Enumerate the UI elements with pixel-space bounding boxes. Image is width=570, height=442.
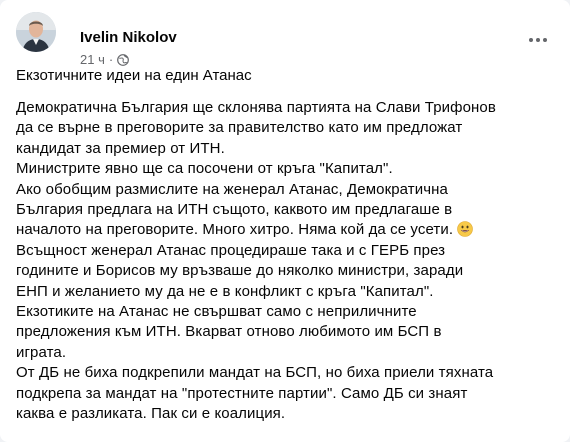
post-line: Всъщност женерал Атанас процедираше така… bbox=[16, 241, 446, 259]
post-header: Ivelin Nikolov 21 ч · bbox=[16, 12, 554, 67]
more-options-icon[interactable] bbox=[520, 22, 556, 58]
post-line: началото на преговорите. Много хитро. Ня… bbox=[16, 221, 454, 239]
post-line: Министрите явно ще са посочени от кръга … bbox=[16, 160, 393, 178]
post-title: Екзотичните идеи на един Атанас bbox=[16, 67, 252, 84]
post-line: ЕНП и желанието му да не е в конфликт с … bbox=[16, 282, 434, 300]
post-line-with-emoji: началото на преговорите. Много хитро. Ня… bbox=[16, 220, 558, 240]
post-line: да се върне в преговорите за правителств… bbox=[16, 119, 463, 137]
post-card: Ivelin Nikolov 21 ч · Екзотичните идеи н… bbox=[0, 0, 570, 442]
post-line: Екзотиките на Атанас не свършват само с … bbox=[16, 303, 417, 321]
post-line: подкрепа за мандат на "протестните парти… bbox=[16, 384, 468, 402]
post-line: годините и Борисов му връзваше до няколк… bbox=[16, 262, 464, 280]
globe-icon[interactable] bbox=[117, 54, 130, 66]
post-line: От ДБ не биха подкрепили мандат на БСП, … bbox=[16, 364, 494, 382]
post-line: Демократична България ще склонява партия… bbox=[16, 99, 496, 116]
post-line: България предлага на ИТН същото, каквото… bbox=[16, 201, 453, 219]
smiley-emoji-icon bbox=[457, 221, 473, 238]
author-name[interactable]: Ivelin Nikolov bbox=[80, 29, 177, 47]
avatar[interactable] bbox=[16, 12, 56, 52]
post-line: Ако обобщим размислите на женерал Атанас… bbox=[16, 180, 448, 198]
post-line: предложения към ИТН. Вкарват отново люби… bbox=[16, 323, 442, 341]
post-line: кандидат за премиер от ИТН. bbox=[16, 139, 225, 157]
post-line: каква е разликата. Пак си е коалиция. bbox=[16, 405, 286, 423]
post-line: играта. bbox=[16, 343, 67, 361]
post-body: Демократична България ще склонява партия… bbox=[16, 98, 558, 425]
